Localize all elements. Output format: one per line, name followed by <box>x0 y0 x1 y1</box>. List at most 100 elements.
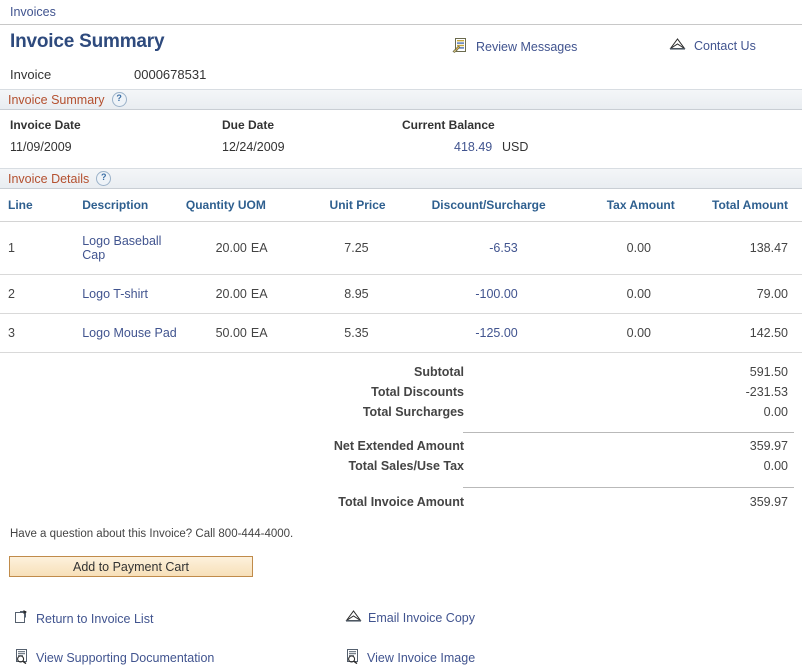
cell-unit-price: 5.35 <box>298 314 415 353</box>
cell-discount-surcharge: -125.00 <box>415 314 581 353</box>
review-messages-link[interactable]: Review Messages <box>452 37 577 56</box>
invoice-details-section-title: Invoice Details <box>8 172 89 186</box>
cell-total-amount: 79.00 <box>712 275 802 314</box>
cell-tax-amount: 0.00 <box>581 222 712 275</box>
discount-link[interactable]: -6.53 <box>489 241 518 255</box>
help-icon[interactable]: ? <box>112 92 127 107</box>
table-row: 2 Logo T-shirt 20.00 EA 8.95 -100.00 0.00… <box>0 275 802 314</box>
return-arrow-icon <box>14 609 30 628</box>
document-magnifier-icon <box>14 648 30 667</box>
cell-quantity: 20.00 <box>216 287 247 301</box>
cell-tax-amount: 0.00 <box>581 275 712 314</box>
view-invoice-image-link[interactable]: View Invoice Image <box>345 648 475 667</box>
cell-unit-price: 7.25 <box>298 222 415 275</box>
totals-row-total-surcharges: Total Surcharges 0.00 <box>0 405 802 425</box>
invoice-totals: Subtotal 591.50 Total Discounts -231.53 … <box>0 365 802 525</box>
invoice-date-label: Invoice Date <box>10 118 81 132</box>
invoice-summary-section-title: Invoice Summary <box>8 93 105 107</box>
contact-us-label: Contact Us <box>694 39 756 53</box>
due-date-value: 12/24/2009 <box>222 140 285 154</box>
email-invoice-copy-link[interactable]: Email Invoice Copy <box>345 609 475 626</box>
contact-us-link[interactable]: Contact Us <box>669 37 756 54</box>
cell-uom: EA <box>251 287 268 301</box>
review-messages-label: Review Messages <box>476 40 577 54</box>
invoice-number-row: Invoice 0000678531 <box>0 67 802 89</box>
cell-description: Logo Baseball Cap <box>39 222 180 275</box>
cell-uom: EA <box>251 326 268 340</box>
invoice-details-section-header: Invoice Details ? <box>0 168 802 189</box>
view-invoice-image-label: View Invoice Image <box>367 651 475 665</box>
cell-quantity-uom: 20.00 EA <box>180 222 298 275</box>
totals-row-total-discounts: Total Discounts -231.53 <box>0 385 802 405</box>
cell-total-amount: 138.47 <box>712 222 802 275</box>
description-link[interactable]: Logo Baseball Cap <box>82 234 161 262</box>
total-sales-tax-label: Total Sales/Use Tax <box>348 459 464 473</box>
totals-divider <box>463 487 794 488</box>
cell-uom: EA <box>251 241 268 255</box>
document-pencil-icon <box>452 37 468 56</box>
subtotal-label: Subtotal <box>414 365 464 379</box>
invoice-number-value: 0000678531 <box>134 67 206 82</box>
cell-description: Logo Mouse Pad <box>39 314 180 353</box>
breadcrumb: Invoices <box>0 0 802 25</box>
net-extended-label: Net Extended Amount <box>334 439 464 453</box>
table-row: 3 Logo Mouse Pad 50.00EA 5.35 -125.00 0.… <box>0 314 802 353</box>
subtotal-value: 591.50 <box>750 365 788 379</box>
totals-row-sales-tax: Total Sales/Use Tax 0.00 <box>0 459 802 479</box>
page-title: Invoice Summary <box>10 31 164 53</box>
cell-unit-price: 8.95 <box>298 275 415 314</box>
current-balance-value: 418.49 <box>454 140 492 154</box>
table-body: 1 Logo Baseball Cap 20.00EA 7.25 -6.53 0… <box>0 222 802 353</box>
total-discounts-label: Total Discounts <box>371 385 464 399</box>
view-supporting-documentation-label: View Supporting Documentation <box>36 651 214 665</box>
document-magnifier-icon <box>345 648 361 667</box>
cell-quantity-uom: 50.00 EA <box>180 314 298 353</box>
cell-line: 3 <box>0 314 39 353</box>
due-date-label: Due Date <box>222 118 274 132</box>
breadcrumb-link-invoices[interactable]: Invoices <box>10 5 56 19</box>
total-invoice-value: 359.97 <box>750 495 788 509</box>
description-link[interactable]: Logo Mouse Pad <box>82 326 177 340</box>
cell-discount-surcharge: -6.53 <box>415 222 581 275</box>
discount-link[interactable]: -125.00 <box>475 326 517 340</box>
cell-discount-surcharge: -100.00 <box>415 275 581 314</box>
invoice-label: Invoice <box>10 67 51 82</box>
table-header-row: Line Description Quantity UOM Unit Price… <box>0 189 802 222</box>
total-surcharges-value: 0.00 <box>764 405 788 419</box>
current-balance-currency: USD <box>502 140 528 154</box>
table-header: Line Description Quantity UOM Unit Price… <box>0 189 802 222</box>
invoice-details-table: Line Description Quantity UOM Unit Price… <box>0 189 802 353</box>
total-surcharges-label: Total Surcharges <box>363 405 464 419</box>
cell-quantity: 50.00 <box>216 326 247 340</box>
question-note: Have a question about this Invoice? Call… <box>10 528 293 540</box>
return-to-invoice-list-label: Return to Invoice List <box>36 612 153 626</box>
column-header-unit-price: Unit Price <box>298 189 415 222</box>
discount-link[interactable]: -100.00 <box>475 287 517 301</box>
column-header-discount-surcharge: Discount/Surcharge <box>415 189 581 222</box>
totals-row-total-invoice: Total Invoice Amount 359.97 <box>0 495 802 515</box>
return-to-invoice-list-link[interactable]: Return to Invoice List <box>14 609 153 628</box>
cell-quantity: 20.00 <box>216 241 247 255</box>
envelope-icon <box>669 37 686 54</box>
cell-total-amount: 142.50 <box>712 314 802 353</box>
total-discounts-value: -231.53 <box>746 385 788 399</box>
current-balance-label: Current Balance <box>402 118 495 132</box>
cell-line: 2 <box>0 275 39 314</box>
help-icon[interactable]: ? <box>96 171 111 186</box>
total-sales-tax-value: 0.00 <box>764 459 788 473</box>
totals-row-subtotal: Subtotal 591.50 <box>0 365 802 385</box>
total-invoice-label: Total Invoice Amount <box>338 495 464 509</box>
cell-description: Logo T-shirt <box>39 275 180 314</box>
totals-row-net-extended: Net Extended Amount 359.97 <box>0 439 802 459</box>
description-link[interactable]: Logo T-shirt <box>82 287 148 301</box>
column-header-quantity-uom: Quantity UOM <box>180 189 298 222</box>
view-supporting-documentation-link[interactable]: View Supporting Documentation <box>14 648 214 667</box>
column-header-description: Description <box>39 189 180 222</box>
column-header-line: Line <box>0 189 39 222</box>
totals-divider <box>463 432 794 433</box>
envelope-icon <box>345 609 362 626</box>
page-header: Invoice Summary Review Messages Contact … <box>0 31 802 61</box>
add-to-payment-cart-button[interactable]: Add to Payment Cart <box>9 556 253 577</box>
column-header-tax-amount: Tax Amount <box>581 189 712 222</box>
net-extended-value: 359.97 <box>750 439 788 453</box>
